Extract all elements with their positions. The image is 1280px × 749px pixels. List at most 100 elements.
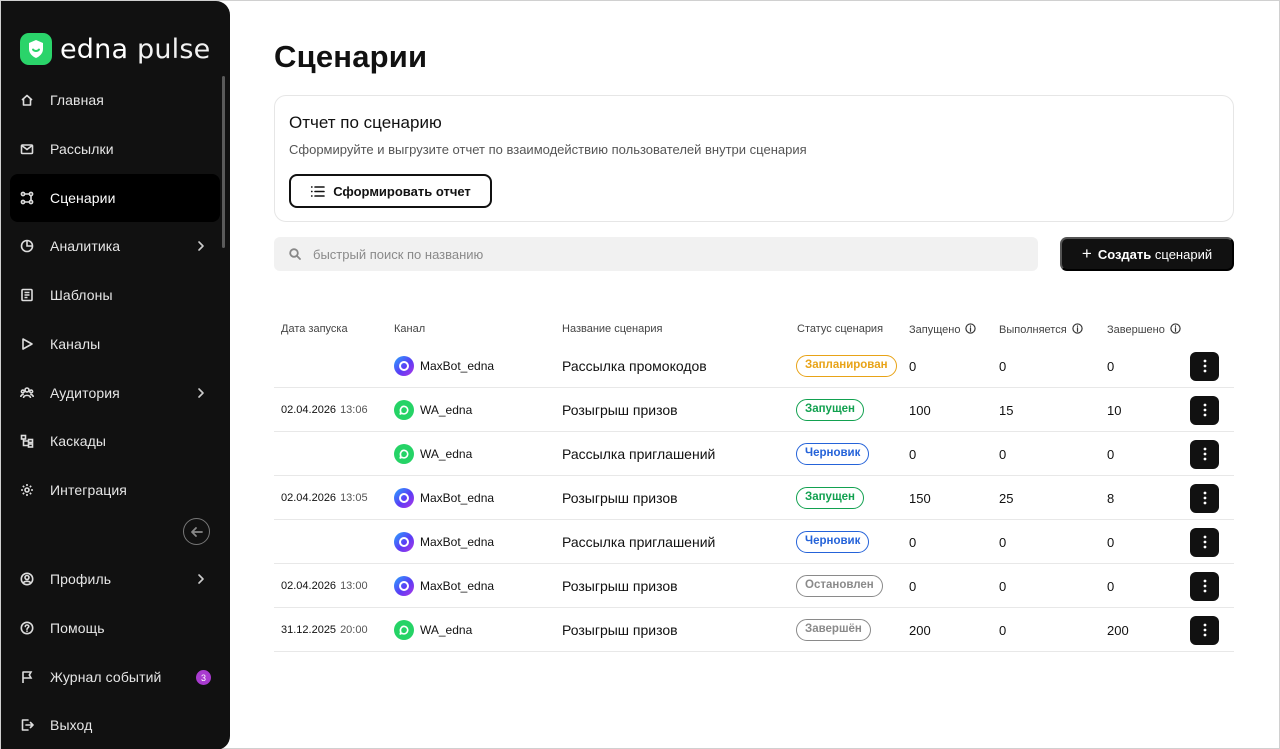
sidebar-item-analytics[interactable]: Аналитика xyxy=(10,222,220,270)
sidebar-item-profile[interactable]: Профиль xyxy=(10,555,220,603)
header-finished[interactable]: Завершено xyxy=(1107,323,1181,337)
sidebar-item-mail[interactable]: Рассылки xyxy=(10,125,220,173)
sidebar-item-audience[interactable]: Аудитория xyxy=(10,369,220,417)
row-menu-button[interactable] xyxy=(1190,395,1219,425)
table-row[interactable]: 31.12.2025 20:00 WA_edna Розыгрыш призов Зав… xyxy=(274,608,1234,652)
row-menu-button[interactable] xyxy=(1190,351,1219,381)
analytics-icon xyxy=(20,239,34,253)
row-menu-cell xyxy=(1190,344,1219,388)
channel-cell: MaxBot_edna xyxy=(394,520,494,564)
running-count: 0 xyxy=(999,578,1007,594)
launch-date: 02.04.2026 13:06 xyxy=(281,404,368,416)
scenario-name[interactable]: Розыгрыш призов xyxy=(562,608,678,652)
scenario-name[interactable]: Рассылка приглашений xyxy=(562,520,715,564)
finished-count: 8 xyxy=(1107,490,1115,506)
scenario-name[interactable]: Розыгрыш призов xyxy=(562,564,678,608)
sidebar-item-template[interactable]: Шаблоны xyxy=(10,271,220,319)
sidebar-item-label: Помощь xyxy=(50,620,105,636)
info-icon[interactable] xyxy=(1170,323,1181,337)
finished-count: 0 xyxy=(1107,446,1115,462)
status-badge: Черновик xyxy=(796,531,870,553)
scenario-name[interactable]: Розыгрыш призов xyxy=(562,476,678,520)
row-menu-button[interactable] xyxy=(1190,615,1219,645)
sidebar-item-label: Аналитика xyxy=(50,238,121,254)
status-badge: Запущен xyxy=(796,399,864,421)
whatsapp-channel-icon xyxy=(394,400,414,420)
row-menu-cell xyxy=(1190,564,1219,608)
sidebar-item-label: Выход xyxy=(50,717,93,733)
maxbot-channel-icon xyxy=(394,576,414,596)
row-menu-button[interactable] xyxy=(1190,439,1219,469)
create-scenario-button[interactable]: + Создать сценарий xyxy=(1060,237,1234,271)
header-date[interactable]: Дата запуска xyxy=(281,323,348,335)
row-menu-cell xyxy=(1190,432,1219,476)
header-launched[interactable]: Запущено xyxy=(909,323,977,337)
sidebar-item-help[interactable]: Помощь xyxy=(10,604,220,652)
table-row[interactable]: MaxBot_edna Рассылка приглашений Черновик 0… xyxy=(274,520,1234,564)
header-name[interactable]: Название сценария xyxy=(562,323,662,335)
notification-badge: 3 xyxy=(196,670,211,685)
channel-cell: WA_edna xyxy=(394,432,472,476)
launch-date: 02.04.2026 13:05 xyxy=(281,492,368,504)
arrow-left-icon xyxy=(190,526,203,537)
table-row[interactable]: MaxBot_edna Рассылка промокодов Запланиров… xyxy=(274,344,1234,388)
sidebar-item-flag[interactable]: Журнал событий 3 xyxy=(10,653,220,701)
search-field[interactable] xyxy=(274,237,1038,271)
launch-date xyxy=(281,432,285,476)
sidebar-item-logout[interactable]: Выход xyxy=(10,701,220,749)
launched-count: 150 xyxy=(909,490,931,506)
search-input[interactable] xyxy=(313,246,1013,262)
info-icon[interactable] xyxy=(1071,323,1083,337)
more-vertical-icon xyxy=(1203,403,1206,417)
scenario-name[interactable]: Рассылка промокодов xyxy=(562,344,707,388)
chevron-right-icon xyxy=(194,239,208,253)
finished-count: 0 xyxy=(1107,534,1115,550)
running-count: 0 xyxy=(999,622,1007,638)
help-icon xyxy=(20,621,34,635)
sidebar-item-home[interactable]: Главная xyxy=(10,76,220,124)
status-badge: Завершён xyxy=(796,619,871,641)
whatsapp-channel-icon xyxy=(394,444,414,464)
finished-count: 0 xyxy=(1107,578,1115,594)
row-menu-button[interactable] xyxy=(1190,527,1219,557)
row-menu-button[interactable] xyxy=(1190,571,1219,601)
edna-logo-icon xyxy=(20,33,52,65)
scenario-name[interactable]: Рассылка приглашений xyxy=(562,432,715,476)
generate-report-button[interactable]: Сформировать отчет xyxy=(289,174,492,208)
more-vertical-icon xyxy=(1203,535,1206,549)
table-row[interactable]: 02.04.2026 13:06 WA_edna Розыгрыш призов Зап… xyxy=(274,388,1234,432)
sidebar-item-cascade[interactable]: Каскады xyxy=(10,417,220,465)
sidebar-item-scenario[interactable]: Сценарии xyxy=(10,174,220,222)
logo[interactable]: edna pulse xyxy=(20,33,210,65)
table-row[interactable]: WA_edna Рассылка приглашений Черновик 0 0 0 xyxy=(274,432,1234,476)
table-row[interactable]: 02.04.2026 13:05 MaxBot_edna Розыгрыш призо… xyxy=(274,476,1234,520)
scenario-icon xyxy=(20,191,34,205)
finished-count: 0 xyxy=(1107,358,1115,374)
sidebar-item-channel[interactable]: Каналы xyxy=(10,320,220,368)
header-status[interactable]: Статус сценария xyxy=(797,323,883,335)
logout-icon xyxy=(20,718,34,732)
integration-icon xyxy=(20,483,34,497)
table-row[interactable]: 02.04.2026 13:00 MaxBot_edna Розыгрыш призо… xyxy=(274,564,1234,608)
running-count: 0 xyxy=(999,534,1007,550)
header-channel[interactable]: Канал xyxy=(394,323,425,335)
whatsapp-channel-icon xyxy=(394,620,414,640)
channel-name: WA_edna xyxy=(420,403,473,417)
channel-cell: MaxBot_edna xyxy=(394,564,494,608)
channel-cell: WA_edna xyxy=(394,388,472,432)
sidebar-scrollbar[interactable] xyxy=(222,76,225,248)
collapse-sidebar-button[interactable] xyxy=(183,518,210,545)
scenario-name[interactable]: Розыгрыш призов xyxy=(562,388,678,432)
channel-cell: MaxBot_edna xyxy=(394,476,494,520)
info-icon[interactable] xyxy=(965,323,977,337)
sidebar-item-integration[interactable]: Интеграция xyxy=(10,466,220,514)
sidebar-item-label: Журнал событий xyxy=(50,669,162,685)
row-menu-button[interactable] xyxy=(1190,483,1219,513)
header-running[interactable]: Выполняется xyxy=(999,323,1083,337)
launched-count: 0 xyxy=(909,446,917,462)
logo-text: edna pulse xyxy=(60,33,211,65)
status-cell: Запущен xyxy=(796,476,864,520)
launched-count: 0 xyxy=(909,578,917,594)
mail-icon xyxy=(20,142,34,156)
more-vertical-icon xyxy=(1203,623,1206,637)
